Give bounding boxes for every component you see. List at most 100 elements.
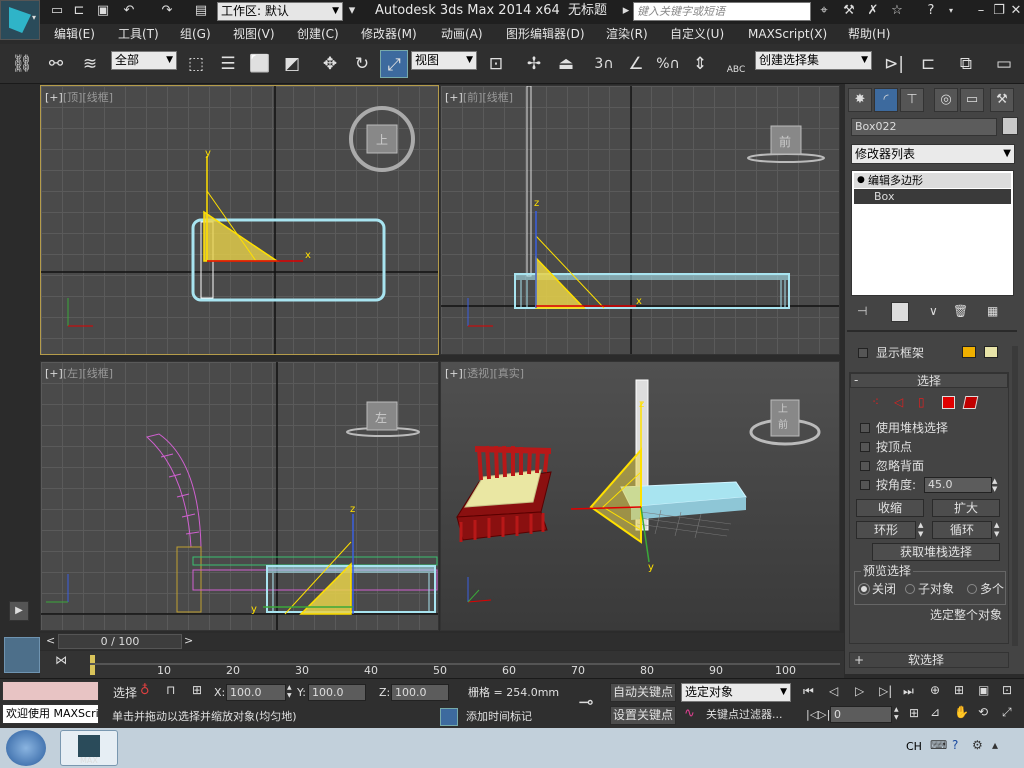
time-tag-icon[interactable] xyxy=(440,708,458,726)
project-folder-icon[interactable]: ▤ xyxy=(192,3,210,19)
ring-button[interactable]: 环形 xyxy=(856,521,916,539)
binoculars-icon[interactable]: ⌖ xyxy=(815,3,833,19)
keyboard-shortcut-icon[interactable]: ⏏ xyxy=(552,50,580,78)
y-coordinate-field[interactable]: 100.0 xyxy=(308,684,366,701)
use-stack-checkbox[interactable] xyxy=(860,423,870,433)
stack-item-box[interactable]: Box xyxy=(854,189,1011,204)
display-tab-icon[interactable]: ▭ xyxy=(960,88,984,112)
soft-selection-rollout[interactable]: + 软选择 xyxy=(849,652,1009,668)
new-file-icon[interactable]: ▭ xyxy=(48,3,66,19)
minimize-icon[interactable]: – xyxy=(972,3,990,19)
track-bar[interactable]: ⋈ 10 20 30 40 50 60 70 80 90 100 xyxy=(40,651,844,678)
menu-edit[interactable]: 编辑(E) xyxy=(54,24,95,44)
menu-help[interactable]: 帮助(H) xyxy=(848,24,890,44)
loop-spinner-icon[interactable]: ▲ ▼ xyxy=(994,521,1004,539)
close-icon[interactable]: ✕ xyxy=(1007,3,1024,19)
scale-icon[interactable]: ⤢ xyxy=(380,50,408,78)
overflow-icon[interactable]: ▾ xyxy=(343,3,361,19)
restore-icon[interactable]: ❐ xyxy=(990,3,1008,19)
key-filters-button[interactable]: 关键点过滤器... xyxy=(706,708,783,722)
viewport-front[interactable]: [+][前][线框] z x 前 xyxy=(440,85,840,355)
select-manipulate-icon[interactable]: ✢ xyxy=(520,50,548,78)
help-circle-icon[interactable]: ? xyxy=(952,738,958,752)
select-object-icon[interactable]: ⬚ xyxy=(182,50,210,78)
show-end-result-icon[interactable] xyxy=(891,302,909,322)
utilities-tab-icon[interactable]: ⚒ xyxy=(990,88,1014,112)
ring-spinner-icon[interactable]: ▲ ▼ xyxy=(918,521,928,539)
communication-icon[interactable]: ✗ xyxy=(864,3,882,19)
maxscript-listener-field[interactable]: 欢迎使用 MAXScri xyxy=(2,704,99,724)
zoom-extents-icon[interactable]: ▣ xyxy=(978,683,989,697)
app-logo[interactable]: ▾ xyxy=(0,0,40,40)
grow-button[interactable]: 扩大 xyxy=(932,499,1000,517)
auto-key-button[interactable]: 自动关键点 xyxy=(610,683,676,702)
next-key-icon[interactable]: ▷| xyxy=(879,684,892,698)
cage-selected-color-swatch[interactable] xyxy=(984,346,998,358)
pin-stack-icon[interactable]: ⊣ xyxy=(857,304,867,318)
by-vertex-checkbox[interactable] xyxy=(860,442,870,452)
menu-create[interactable]: 创建(C) xyxy=(297,24,339,44)
viewport-perspective[interactable]: [+][透视][真实] z y 上 前 xyxy=(440,361,840,631)
isolate-bulb-icon[interactable]: ♁ xyxy=(140,683,150,698)
chevron-down-icon[interactable]: ▾ xyxy=(942,3,960,19)
percent-snap-icon[interactable]: %∩ xyxy=(654,50,682,78)
modify-tab-icon[interactable]: ◜ xyxy=(874,88,898,112)
ignore-backfacing-checkbox[interactable] xyxy=(860,461,870,471)
menu-group[interactable]: 组(G) xyxy=(180,24,211,44)
border-icon[interactable]: ▯ xyxy=(918,395,925,409)
modifier-list-dropdown[interactable]: 修改器列表 ▼ xyxy=(851,144,1015,164)
create-tab-icon[interactable]: ✸ xyxy=(848,88,872,112)
x-coordinate-field[interactable]: 100.0 xyxy=(226,684,286,701)
zoom-icon[interactable]: ⊕ xyxy=(930,683,940,697)
command-panel-scrollbar[interactable] xyxy=(1012,346,1018,646)
pan-icon[interactable]: ✋ xyxy=(954,705,969,719)
prev-key-icon[interactable]: ◁ xyxy=(829,684,838,698)
unlink-icon[interactable]: ⚯ xyxy=(42,50,70,78)
menu-views[interactable]: 视图(V) xyxy=(233,24,275,44)
orbit-icon[interactable]: ⟲ xyxy=(978,705,988,719)
add-time-tag-label[interactable]: 添加时间标记 xyxy=(466,710,532,724)
menu-maxscript[interactable]: MAXScript(X) xyxy=(748,24,827,44)
window-crossing-icon[interactable]: ◩ xyxy=(278,50,306,78)
viewport-left[interactable]: [+][左][线框] z y 左 xyxy=(40,361,439,631)
menu-customize[interactable]: 自定义(U) xyxy=(670,24,724,44)
key-mode-dropdown[interactable]: 选定对象 ▼ xyxy=(681,683,791,702)
zoom-extents-all-icon[interactable]: ⊡ xyxy=(1002,683,1012,697)
workspace-dropdown[interactable]: 工作区: 默认 ▼ xyxy=(217,2,343,21)
selection-lock-icon[interactable]: ⊓ xyxy=(166,683,175,697)
shrink-button[interactable]: 收缩 xyxy=(856,499,924,517)
time-slider[interactable]: < 0 / 100 > xyxy=(40,633,844,650)
tray-expand-icon[interactable]: ▴ xyxy=(992,738,998,752)
language-indicator[interactable]: CH xyxy=(906,740,922,753)
angle-snap-icon[interactable]: ∠ xyxy=(622,50,650,78)
time-slider-thumb[interactable]: 0 / 100 xyxy=(58,634,182,649)
cage-color-swatch[interactable] xyxy=(962,346,976,358)
link-icon[interactable]: ⛓ xyxy=(8,50,36,78)
field-of-view-icon[interactable]: ⊿ xyxy=(930,705,940,719)
absolute-mode-icon[interactable]: ⊞ xyxy=(192,683,202,697)
menu-tools[interactable]: 工具(T) xyxy=(118,24,159,44)
menu-animation[interactable]: 动画(A) xyxy=(441,24,483,44)
mirror-icon[interactable]: ⊳| xyxy=(880,50,908,78)
configure-sets-icon[interactable]: ▦ xyxy=(987,304,998,318)
keyboard-icon[interactable]: ⌨ xyxy=(930,738,947,752)
object-color-swatch[interactable] xyxy=(1002,117,1018,135)
preview-subobj-radio[interactable] xyxy=(905,584,915,594)
named-selection-dropdown[interactable]: 创建选择集 ▼ xyxy=(755,51,872,70)
rect-selection-icon[interactable]: ⬜ xyxy=(246,50,274,78)
undo-icon[interactable]: ↶ xyxy=(120,3,138,19)
curve-editor-mini-icon[interactable]: ⋈ xyxy=(46,653,76,673)
favorites-star-icon[interactable]: ☆ xyxy=(888,3,906,19)
object-name-field[interactable]: Box022 xyxy=(851,118,997,136)
rotate-icon[interactable]: ↻ xyxy=(348,50,376,78)
element-icon[interactable] xyxy=(962,396,979,409)
goto-start-icon[interactable]: ⏮ xyxy=(803,684,814,699)
select-by-name-icon[interactable]: ☰ xyxy=(214,50,242,78)
pivot-center-icon[interactable]: ⊡ xyxy=(482,50,510,78)
spinner-arrows-icon[interactable]: ▲ ▼ xyxy=(992,477,1002,493)
selection-filter-dropdown[interactable]: 全部 ▼ xyxy=(111,51,177,70)
align-icon[interactable]: ⊏ xyxy=(914,50,942,78)
taskbar-3dsmax-button[interactable]: MAX xyxy=(60,730,118,766)
edit-named-sel-icon[interactable]: ABC xyxy=(722,50,750,78)
hierarchy-tab-icon[interactable]: ⊤ xyxy=(900,88,924,112)
